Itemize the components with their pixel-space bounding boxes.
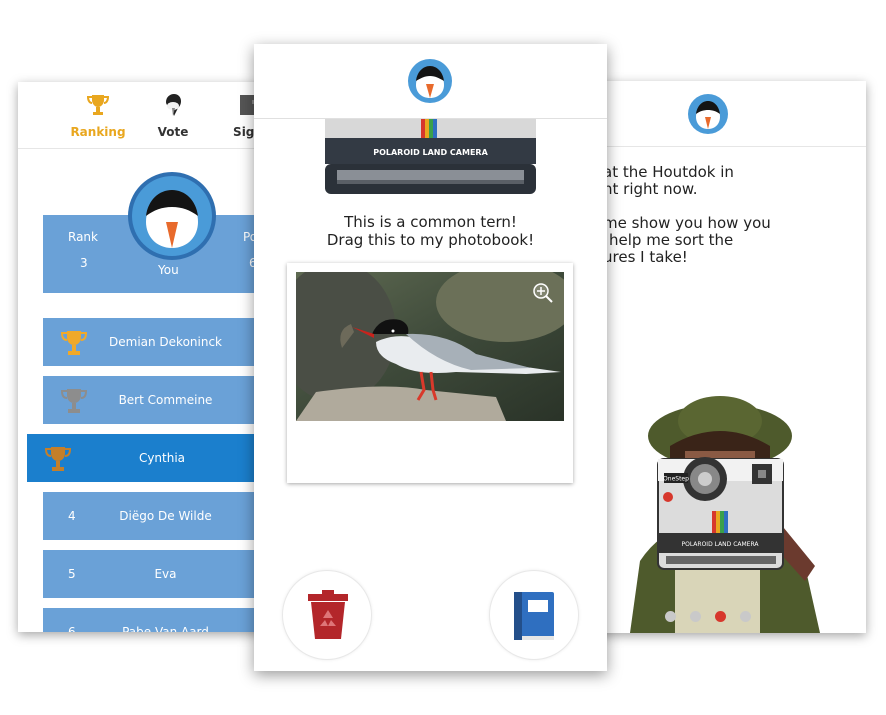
carousel-dot[interactable] (665, 611, 676, 622)
camera-brand-label: POLAROID LAND CAMERA (373, 148, 488, 157)
player-name: Demian Dekoninck (109, 335, 222, 349)
leaderboard-row[interactable]: 5 Eva (43, 550, 268, 598)
top-nav: Ranking Vote Sign (18, 82, 268, 149)
draggable-photo-card[interactable] (287, 263, 573, 483)
tern-icon (166, 94, 181, 116)
player-rank: 6 (68, 625, 76, 632)
nav-ranking[interactable]: Ranking (58, 92, 138, 139)
speech-line: ures I take! (603, 248, 688, 266)
speech-line: at the Houtdok in (603, 163, 734, 181)
leaderboard-row[interactable]: Demian Dekoninck (43, 318, 268, 366)
intro-screen: at the Houtdok in nt right now. me show … (595, 81, 866, 633)
user-avatar (128, 172, 216, 260)
photographer-illustration: OneStep POLAROID LAND CAMERA (630, 396, 820, 633)
speech-text: at the Houtdok in nt right now. me show … (603, 164, 771, 283)
player-rank: 4 (68, 509, 76, 523)
camera-model-label: OneStep (663, 476, 689, 483)
nav-vote[interactable]: Vote (133, 92, 213, 139)
leaderboard-row[interactable]: 6 Pabe Van Aard (43, 608, 268, 632)
player-name: Pabe Van Aard (122, 625, 209, 632)
message-line-1: This is a common tern! (344, 213, 517, 231)
message-line-2: Drag this to my photobook! (326, 231, 535, 249)
ranking-screen: Ranking Vote Sign Rank 3 You Po 6 Demian… (18, 82, 268, 632)
rank-value: 3 (80, 256, 88, 270)
tern-avatar-icon (132, 176, 212, 256)
carousel-dot[interactable] (740, 611, 751, 622)
photobook-button[interactable] (489, 570, 579, 660)
speech-line: me show you how you (603, 214, 771, 232)
trophy-icon (86, 95, 110, 115)
recycle-bin-icon (308, 590, 348, 639)
zoom-in-icon[interactable] (532, 282, 554, 304)
tern-logo-icon (688, 94, 728, 134)
book-icon (514, 592, 554, 640)
polaroid-camera-top: POLAROID LAND CAMERA (325, 118, 536, 194)
player-name: Bert Commeine (118, 393, 213, 407)
nav-vote-label: Vote (157, 125, 189, 139)
carousel-dot-active[interactable] (715, 611, 726, 622)
speech-line: nt right now. (603, 180, 698, 198)
player-label: You (158, 263, 179, 277)
nav-ranking-label: Ranking (70, 125, 126, 139)
player-name: Cynthia (138, 451, 186, 465)
leaderboard-row-current-user[interactable]: Cynthia (27, 434, 268, 482)
rank-header: Rank (68, 230, 98, 244)
player-rank: 5 (68, 567, 76, 581)
photo-sort-screen: POLAROID LAND CAMERA This is a common te… (254, 44, 607, 671)
leaderboard-row[interactable]: Bert Commeine (43, 376, 268, 424)
leaderboard-row[interactable]: 4 Diëgo De Wilde (43, 492, 268, 540)
tern-logo-icon (408, 59, 452, 103)
tern-photo (296, 272, 564, 421)
speech-line: help me sort the (609, 231, 734, 249)
bronze-trophy-icon (44, 447, 72, 471)
carousel-dot[interactable] (690, 611, 701, 622)
header (254, 44, 607, 119)
discard-button[interactable] (282, 570, 372, 660)
header (595, 81, 866, 147)
camera-brand-label: POLAROID LAND CAMERA (681, 541, 759, 548)
player-name: Eva (154, 567, 177, 581)
player-name: Diëgo De Wilde (119, 509, 212, 523)
common-tern-image (296, 272, 564, 421)
